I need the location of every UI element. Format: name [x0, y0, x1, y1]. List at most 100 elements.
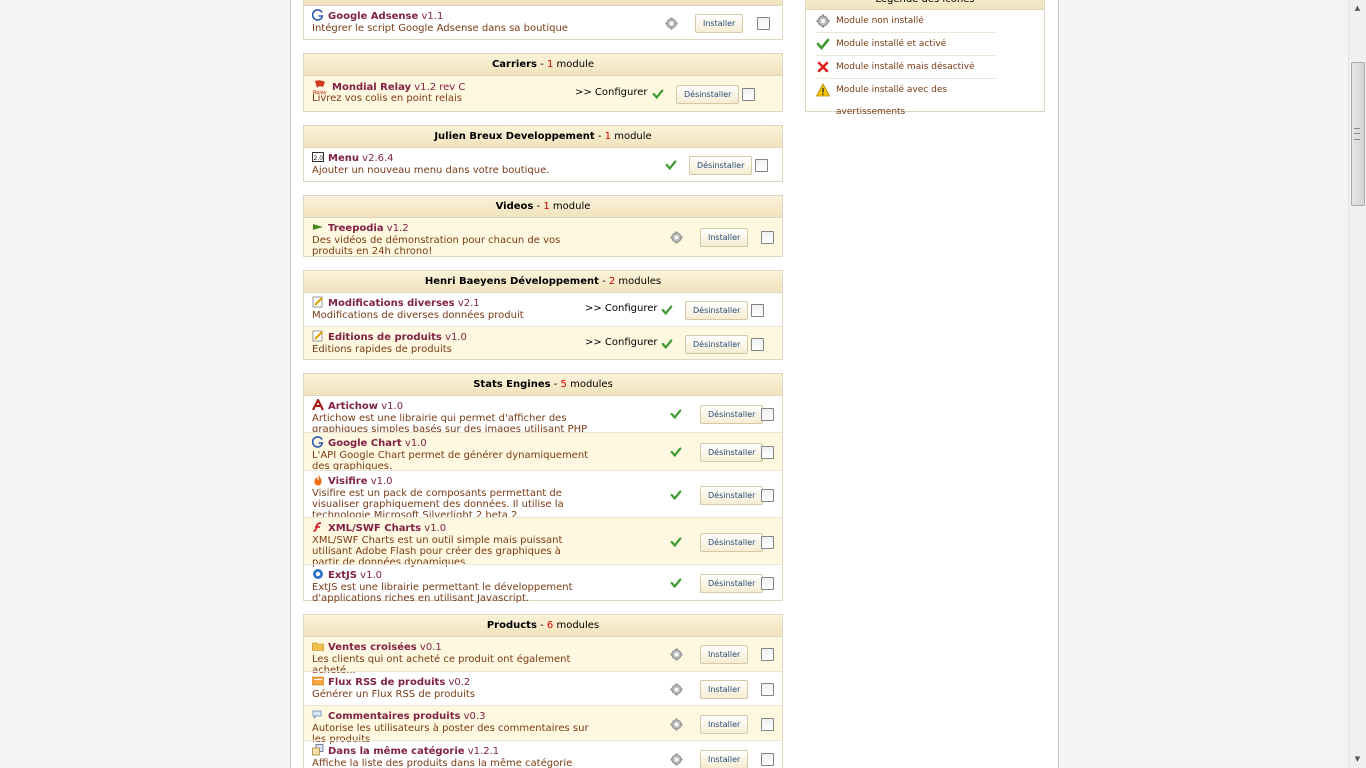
module-version: v1.0: [370, 476, 393, 487]
install-button[interactable]: Installer: [700, 645, 749, 664]
legend-item-warnings: Module installé avec des avertissements: [816, 79, 996, 117]
gear-icon: [665, 17, 678, 30]
module-description: Intégrer le script Google Adsense dans s…: [312, 23, 568, 34]
group-separator: -: [594, 131, 605, 142]
legend-title: Légende des icônes: [806, 0, 1044, 10]
module-checkbox[interactable]: [751, 304, 764, 317]
group-unit: modules: [618, 276, 662, 287]
module-name: Commentaires produits: [328, 711, 461, 722]
module-checkbox[interactable]: [755, 159, 768, 172]
comments-icon: [312, 709, 324, 721]
configure-link[interactable]: >> Configurer: [585, 337, 658, 348]
install-button[interactable]: Installer: [700, 228, 749, 247]
module-description: ExtJS est une librairie permettant le dé…: [312, 582, 573, 604]
legend-label: Module installé et activé: [836, 39, 947, 49]
check-icon: [661, 338, 673, 350]
uninstall-button[interactable]: Désinstaller: [700, 533, 764, 552]
legend-label: Module non installé: [836, 16, 924, 26]
module-checkbox[interactable]: [761, 753, 774, 766]
module-description: Livrez vos colis en point relais: [312, 93, 463, 104]
module-checkbox[interactable]: [761, 446, 774, 459]
module-group: Henri Baeyens Développement - 2 modules M…: [303, 270, 783, 360]
module-row: 2.0 Menu v2.6.4 Ajouter un nouveau menu da…: [304, 148, 782, 181]
module-version: v1.0: [445, 332, 467, 343]
rss-icon: [312, 675, 324, 687]
module-checkbox[interactable]: [761, 718, 774, 731]
uninstall-button[interactable]: Désinstaller: [700, 405, 764, 424]
module-name: Visifire: [328, 476, 368, 487]
legend-label: Module installé avec des avertissements: [836, 85, 948, 117]
module-description: Affiche la liste des produits dans la mê…: [312, 758, 573, 768]
module-version: v0.3: [463, 711, 486, 722]
module-group: Products - 6 modules Ventes croisées v0.1…: [303, 614, 783, 768]
scroll-down-arrow-icon[interactable]: ▼: [1349, 751, 1366, 768]
edit-icon: [312, 296, 324, 308]
module-checkbox[interactable]: [757, 17, 770, 30]
install-button[interactable]: Installer: [700, 680, 749, 699]
module-checkbox[interactable]: [761, 489, 774, 502]
module-name: ExtJS: [328, 570, 357, 581]
uninstall-button[interactable]: Désinstaller: [700, 574, 764, 593]
group-count: 5: [560, 379, 567, 390]
module-name: XML/SWF Charts: [328, 523, 422, 534]
module-name: Dans la même catégorie: [328, 746, 465, 757]
group-unit: module: [556, 59, 595, 70]
module-row: Google Chart v1.0 L'API Google Chart perm…: [304, 432, 782, 472]
gear-icon: [816, 14, 830, 28]
module-checkbox[interactable]: [761, 231, 774, 244]
category-icon: [312, 744, 324, 756]
uninstall-button[interactable]: Désinstaller: [685, 301, 749, 320]
group-header: Julien Breux Developpement - 1 module: [304, 126, 782, 148]
google-icon: [311, 9, 324, 21]
group-header: Carriers - 1 module: [304, 54, 782, 76]
gear-icon: [670, 718, 683, 731]
vertical-scrollbar[interactable]: ▲ ▼: [1348, 0, 1366, 768]
uninstall-button[interactable]: Désinstaller: [700, 486, 764, 505]
module-checkbox[interactable]: [761, 648, 774, 661]
scroll-up-arrow-icon[interactable]: ▲: [1349, 0, 1366, 17]
uninstall-button[interactable]: Désinstaller: [689, 156, 753, 175]
legend-item-not-installed: Module non installé: [816, 10, 996, 33]
group-header: Products - 6 modules: [304, 615, 782, 637]
group-separator: -: [550, 379, 561, 390]
module-name: Google Adsense: [328, 11, 419, 22]
module-row: Commentaires produits v0.3 Autorise les u…: [304, 705, 782, 745]
group-name: Henri Baeyens Développement: [424, 276, 599, 287]
module-checkbox[interactable]: [761, 536, 774, 549]
module-checkbox[interactable]: [761, 577, 774, 590]
uninstall-button[interactable]: Désinstaller: [676, 85, 740, 104]
install-button[interactable]: Installer: [700, 715, 749, 734]
extjs-icon: [312, 568, 324, 580]
install-button[interactable]: Installer: [700, 750, 749, 768]
uninstall-button[interactable]: Désinstaller: [700, 443, 764, 462]
configure-link[interactable]: >> Configurer: [585, 303, 658, 314]
check-icon: [670, 536, 682, 548]
icon-legend: Légende des icônes Module non installé M…: [805, 0, 1045, 117]
group-count: 1: [543, 201, 550, 212]
module-version: v0.2: [448, 677, 471, 688]
module-checkbox[interactable]: [761, 408, 774, 421]
menu-icon: 2.0: [312, 151, 324, 163]
module-group: Stats Engines - 5 modules Artichow v1.0 Ar…: [303, 373, 783, 604]
module-checkbox[interactable]: [742, 88, 755, 101]
module-checkbox[interactable]: [761, 683, 774, 696]
module-checkbox[interactable]: [751, 338, 764, 351]
module-description: Ajouter un nouveau menu dans votre bouti…: [312, 165, 550, 176]
module-row: Google Adsense v1.1 Intégrer le script Go…: [304, 6, 782, 39]
module-name: Modifications diverses: [328, 298, 455, 309]
uninstall-button[interactable]: Désinstaller: [685, 335, 749, 354]
module-group: Carriers - 1 module Relay Mondial Relay v1…: [303, 53, 783, 112]
group-unit: modules: [570, 379, 613, 390]
module-name: Editions de produits: [328, 332, 442, 343]
group-unit: module: [614, 131, 652, 142]
install-button[interactable]: Installer: [695, 14, 744, 33]
module-row: Dans la même catégorie v1.2.1 Affiche la …: [304, 740, 782, 768]
flame-icon: [312, 474, 324, 486]
module-row: Modifications diverses v2.1 Modifications…: [304, 293, 782, 326]
module-name: Google Chart: [328, 438, 402, 449]
artichow-icon: [312, 397, 324, 411]
svg-text:2.0: 2.0: [314, 155, 324, 162]
configure-link[interactable]: >> Configurer: [575, 87, 648, 98]
module-group: Videos - 1 module Treepodia v1.2 Des vidéo…: [303, 195, 783, 257]
module-row: Artichow v1.0 Artichow est une librairie …: [304, 396, 782, 446]
